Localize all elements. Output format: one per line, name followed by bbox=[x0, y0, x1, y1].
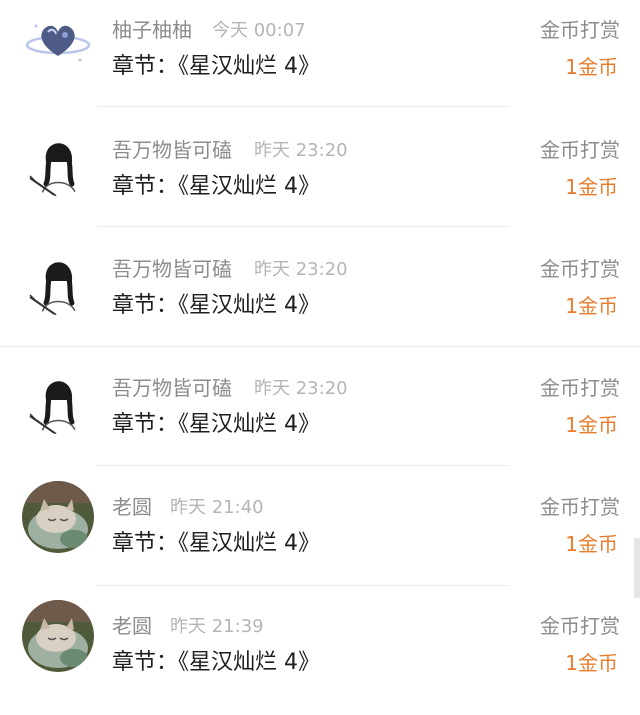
timestamp: 今天 00:07 bbox=[212, 20, 306, 41]
reward-label: 金币打赏 bbox=[540, 257, 620, 281]
reward-amount: 1金币 bbox=[565, 294, 618, 318]
sleeping-cat-photo-icon bbox=[22, 600, 94, 672]
reward-amount: 1金币 bbox=[565, 651, 618, 675]
avatar[interactable] bbox=[22, 600, 94, 672]
reward-label: 金币打赏 bbox=[540, 614, 620, 638]
chapter-title: 章节：《星汉灿烂 4》 bbox=[112, 293, 320, 318]
timestamp: 昨天 23:20 bbox=[254, 140, 348, 161]
avatar[interactable] bbox=[22, 481, 94, 553]
list-item[interactable]: 吾万物皆可磕 昨天 23:20 章节：《星汉灿烂 4》 金币打赏 1金币 bbox=[0, 239, 640, 358]
timestamp: 昨天 23:20 bbox=[254, 259, 348, 280]
reward-label: 金币打赏 bbox=[540, 495, 620, 519]
user-name[interactable]: 吾万物皆可磕 bbox=[112, 137, 232, 163]
scrollbar[interactable] bbox=[634, 538, 640, 598]
reward-amount: 1金币 bbox=[565, 55, 618, 79]
avatar[interactable] bbox=[22, 362, 94, 434]
user-name[interactable]: 柚子柚柚 bbox=[112, 17, 192, 43]
user-name[interactable]: 老圆 bbox=[112, 613, 152, 639]
heart-planet-icon bbox=[22, 4, 94, 76]
reward-amount: 1金币 bbox=[565, 532, 618, 556]
avatar[interactable] bbox=[22, 124, 94, 196]
reward-label: 金币打赏 bbox=[540, 138, 620, 162]
sleeping-cat-photo-icon bbox=[22, 481, 94, 553]
divider bbox=[97, 106, 510, 107]
braided-girl-sketch-icon bbox=[22, 243, 94, 315]
reward-label: 金币打赏 bbox=[540, 376, 620, 400]
list-item[interactable]: 吾万物皆可磕 昨天 23:20 章节：《星汉灿烂 4》 金币打赏 1金币 bbox=[0, 120, 640, 239]
chapter-title: 章节：《星汉灿烂 4》 bbox=[112, 412, 320, 437]
timestamp: 昨天 21:39 bbox=[170, 616, 264, 637]
list-item[interactable]: 老圆 昨天 21:39 章节：《星汉灿烂 4》 金币打赏 1金币 bbox=[0, 596, 640, 715]
reward-list: 柚子柚柚 今天 00:07 章节：《星汉灿烂 4》 金币打赏 1金币 吾万物皆可… bbox=[0, 0, 640, 713]
divider bbox=[97, 465, 510, 466]
chapter-title: 章节：《星汉灿烂 4》 bbox=[112, 54, 320, 79]
user-name[interactable]: 吾万物皆可磕 bbox=[112, 256, 232, 282]
reward-amount: 1金币 bbox=[565, 413, 618, 437]
user-name[interactable]: 老圆 bbox=[112, 494, 152, 520]
chapter-title: 章节：《星汉灿烂 4》 bbox=[112, 531, 320, 556]
avatar[interactable] bbox=[22, 243, 94, 315]
chapter-title: 章节：《星汉灿烂 4》 bbox=[112, 174, 320, 199]
divider bbox=[97, 585, 510, 586]
list-item[interactable]: 老圆 昨天 21:40 章节：《星汉灿烂 4》 金币打赏 1金币 bbox=[0, 477, 640, 596]
user-name[interactable]: 吾万物皆可磕 bbox=[112, 375, 232, 401]
list-item[interactable]: 柚子柚柚 今天 00:07 章节：《星汉灿烂 4》 金币打赏 1金币 bbox=[0, 0, 640, 119]
braided-girl-sketch-icon bbox=[22, 362, 94, 434]
divider bbox=[0, 346, 640, 347]
braided-girl-sketch-icon bbox=[22, 124, 94, 196]
chapter-title: 章节：《星汉灿烂 4》 bbox=[112, 650, 320, 675]
divider bbox=[97, 226, 510, 227]
reward-label: 金币打赏 bbox=[540, 18, 620, 42]
list-item[interactable]: 吾万物皆可磕 昨天 23:20 章节：《星汉灿烂 4》 金币打赏 1金币 bbox=[0, 358, 640, 477]
timestamp: 昨天 23:20 bbox=[254, 378, 348, 399]
timestamp: 昨天 21:40 bbox=[170, 497, 264, 518]
avatar[interactable] bbox=[22, 4, 94, 76]
reward-amount: 1金币 bbox=[565, 175, 618, 199]
